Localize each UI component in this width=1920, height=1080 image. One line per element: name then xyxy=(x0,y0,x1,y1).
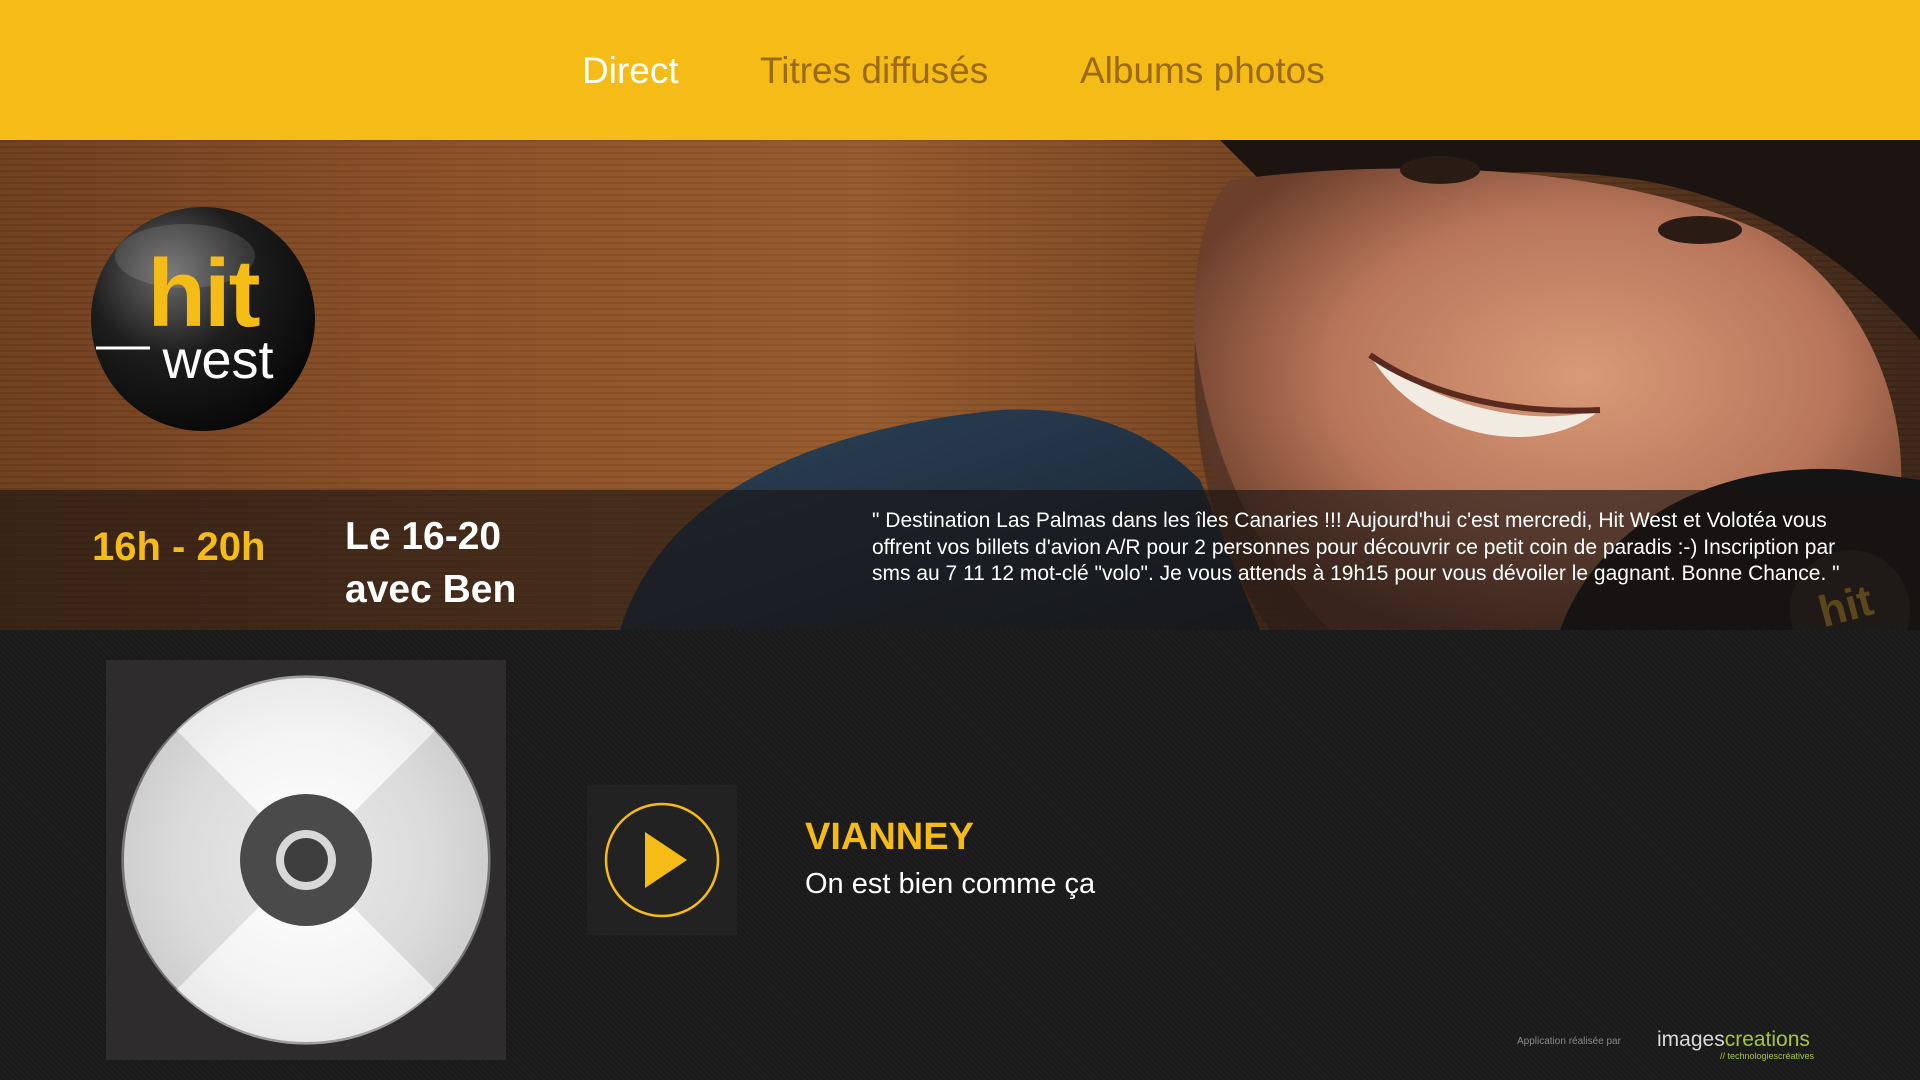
credit-tagline: // technologiescréatives xyxy=(1720,1051,1815,1061)
now-playing-panel: VIANNEY On est bien comme ça Application… xyxy=(0,630,1920,1080)
credit-label: Application réalisée par xyxy=(1517,1036,1621,1047)
credit-brand-part2: creations xyxy=(1724,1028,1810,1051)
show-title: Le 16-20 avec Ben xyxy=(345,510,516,616)
tab-albums-photos[interactable]: Albums photos xyxy=(1080,46,1325,96)
track-artist: VIANNEY xyxy=(805,816,974,858)
top-nav-bar: Direct Titres diffusés Albums photos xyxy=(0,0,1920,140)
show-description: " Destination Las Palmas dans les îles C… xyxy=(872,509,1840,585)
show-banner: hit hit west 16h - 20h Le 16-20 avec Ben… xyxy=(0,140,1920,630)
credit-brand-part1: images xyxy=(1657,1028,1725,1051)
album-cover xyxy=(106,660,506,1060)
credit-brand-logo: imagescreations xyxy=(1657,1028,1810,1052)
svg-text:west: west xyxy=(161,330,273,390)
tab-titres-diffuses[interactable]: Titres diffusés xyxy=(760,46,988,96)
play-button[interactable] xyxy=(587,785,737,935)
cd-icon xyxy=(121,675,491,1045)
hit-west-logo: hit west xyxy=(90,206,316,432)
track-title: On est bien comme ça xyxy=(805,868,1096,900)
tab-direct[interactable]: Direct xyxy=(582,46,679,96)
show-title-line2: avec Ben xyxy=(345,568,517,611)
show-time: 16h - 20h xyxy=(92,525,266,569)
show-title-line1: Le 16-20 xyxy=(345,515,502,558)
play-icon xyxy=(604,802,720,918)
